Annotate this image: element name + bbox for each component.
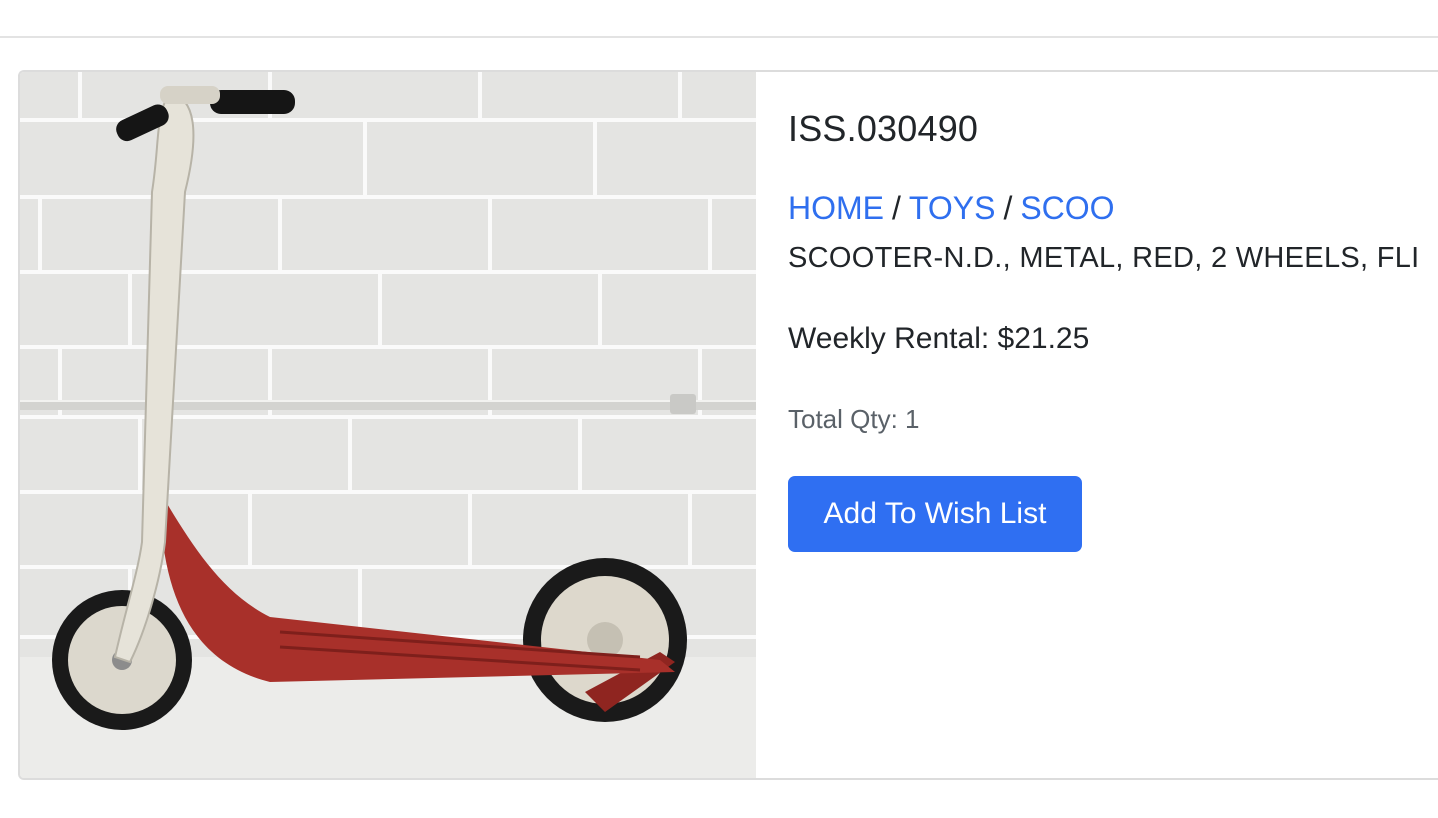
product-card: ISS.030490 HOME / TOYS / SCOO SCOOTER-N.D., … xyxy=(18,70,1438,780)
product-description: SCOOTER-N.D., METAL, RED, 2 WHEELS, FLI xyxy=(788,242,1420,274)
top-divider xyxy=(0,36,1438,38)
add-to-wish-list-button[interactable]: Add To Wish List xyxy=(788,476,1082,552)
breadcrumb: HOME / TOYS / SCOO xyxy=(788,190,1115,227)
breadcrumb-separator: / xyxy=(1003,190,1013,226)
breadcrumb-scooter-link[interactable]: SCOO xyxy=(1020,190,1114,226)
total-quantity: Total Qty: 1 xyxy=(788,404,920,434)
product-info: ISS.030490 HOME / TOYS / SCOO SCOOTER-N.D., … xyxy=(756,72,1438,778)
breadcrumb-home-link[interactable]: HOME xyxy=(788,190,884,226)
weekly-rental-price: Weekly Rental: $21.25 xyxy=(788,322,1090,355)
scooter-photo xyxy=(20,72,756,778)
breadcrumb-toys-link[interactable]: TOYS xyxy=(909,190,996,226)
breadcrumb-separator: / xyxy=(892,190,901,226)
product-sku: ISS.030490 xyxy=(788,108,979,149)
product-image[interactable] xyxy=(20,72,756,778)
